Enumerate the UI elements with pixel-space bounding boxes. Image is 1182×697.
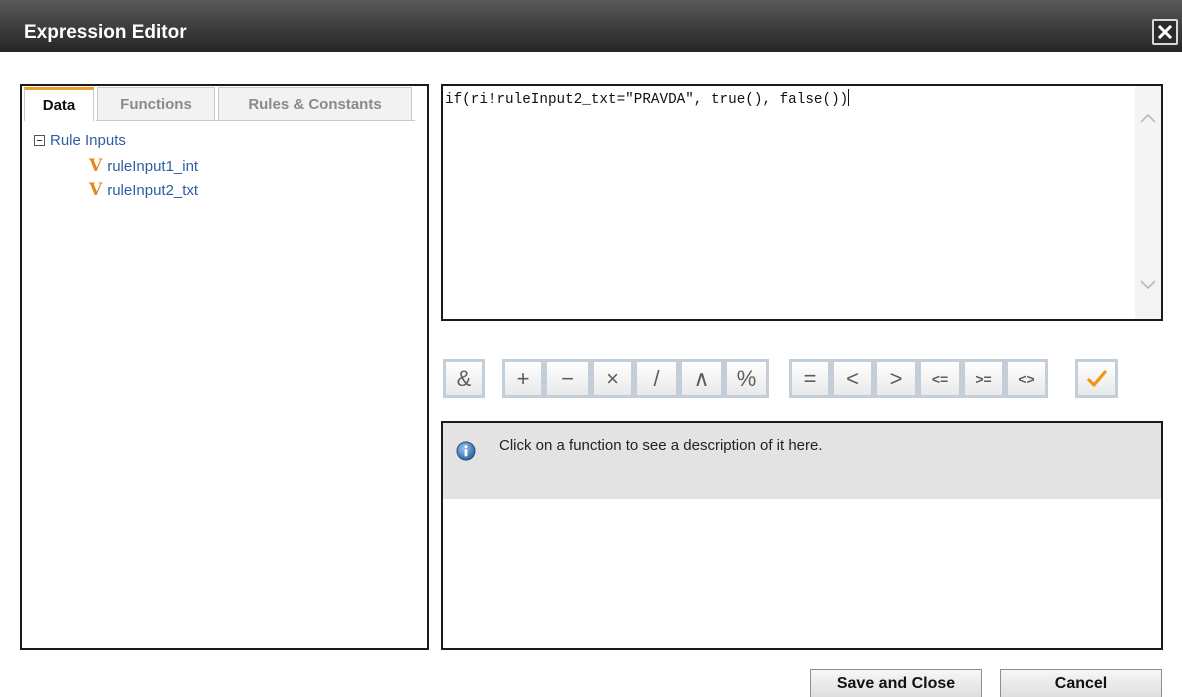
text-caret (848, 89, 850, 106)
op-greater-equal-button[interactable]: >= (962, 359, 1005, 398)
save-and-close-button[interactable]: Save and Close (810, 669, 982, 697)
tabs-divider (96, 120, 415, 121)
browser-tabs: Data Functions Rules & Constants (24, 87, 427, 121)
scroll-up-icon[interactable] (1139, 110, 1157, 128)
op-minus-button[interactable]: − (544, 359, 591, 398)
tree-item-ruleinput1-int[interactable]: V ruleInput1_int (89, 154, 198, 178)
expression-text[interactable]: if(ri!ruleInput2_txt="PRAVDA", true(), f… (445, 89, 850, 108)
tab-rules-constants[interactable]: Rules & Constants (218, 87, 412, 120)
scroll-down-icon[interactable] (1139, 275, 1157, 293)
tree-item-ruleinput2-txt[interactable]: V ruleInput2_txt (89, 178, 198, 202)
op-percent-button[interactable]: % (724, 359, 769, 398)
op-less-equal-button[interactable]: <= (918, 359, 962, 398)
tree-node-rule-inputs[interactable]: Rule Inputs (34, 130, 198, 150)
tab-data[interactable]: Data (24, 87, 94, 121)
op-divide-button[interactable]: / (634, 359, 679, 398)
description-text: Click on a function to see a description… (499, 437, 823, 454)
cancel-button[interactable]: Cancel (1000, 669, 1162, 697)
variable-icon: V (89, 179, 103, 200)
tab-functions[interactable]: Functions (97, 87, 215, 120)
tree-item-label: ruleInput1_int (107, 157, 199, 175)
op-plus-button[interactable]: + (502, 359, 544, 398)
collapse-icon[interactable] (34, 134, 45, 146)
checkmark-icon (1086, 369, 1107, 387)
window-title: Expression Editor (24, 22, 187, 43)
tree-node-label: Rule Inputs (50, 131, 126, 149)
info-icon (456, 441, 476, 461)
vertical-scrollbar[interactable] (1135, 86, 1161, 319)
data-browser-panel: Data Functions Rules & Constants Rule In… (20, 84, 429, 650)
validate-button[interactable] (1075, 359, 1118, 398)
rule-inputs-tree: Rule Inputs V ruleInput1_int V ruleInput… (34, 130, 198, 202)
op-greater-button[interactable]: > (874, 359, 918, 398)
tree-item-label: ruleInput2_txt (107, 181, 199, 199)
op-multiply-button[interactable]: × (591, 359, 634, 398)
description-header: Click on a function to see a description… (443, 423, 1161, 499)
op-less-button[interactable]: < (831, 359, 874, 398)
close-button[interactable] (1152, 19, 1178, 45)
title-bar: Expression Editor (0, 0, 1182, 52)
expression-editor[interactable]: if(ri!ruleInput2_txt="PRAVDA", true(), f… (441, 84, 1163, 321)
variable-icon: V (89, 155, 103, 176)
op-equals-button[interactable]: = (789, 359, 831, 398)
expression-value: if(ri!ruleInput2_txt="PRAVDA", true(), f… (445, 92, 849, 108)
op-power-button[interactable]: ∧ (679, 359, 724, 398)
function-description-panel: Click on a function to see a description… (441, 421, 1163, 650)
op-concat-button[interactable]: & (443, 359, 485, 398)
close-icon (1158, 25, 1172, 39)
op-not-equal-button[interactable]: <> (1005, 359, 1048, 398)
